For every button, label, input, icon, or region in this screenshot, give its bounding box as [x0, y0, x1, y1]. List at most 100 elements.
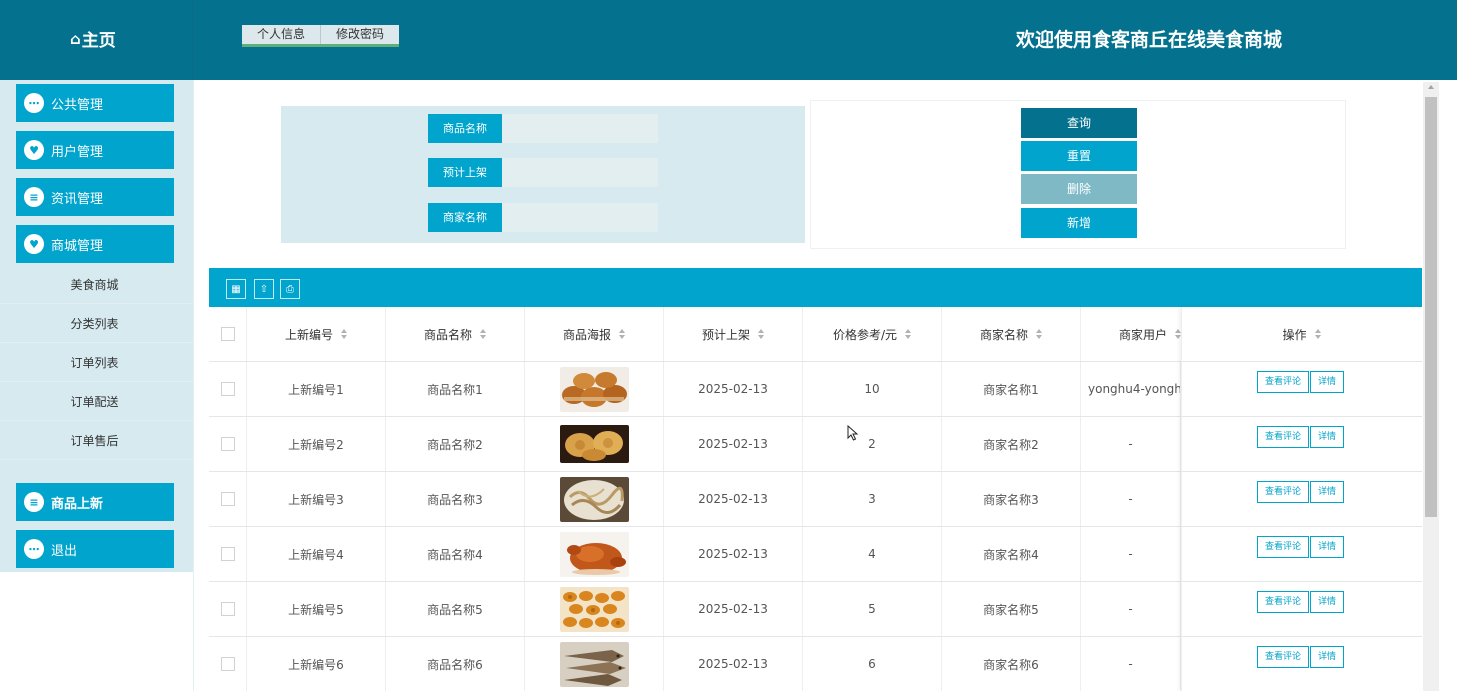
- row-checkbox[interactable]: [220, 547, 235, 561]
- add-button[interactable]: 新增: [1021, 208, 1137, 238]
- cell-date: 2025-02-13: [664, 417, 803, 471]
- query-button[interactable]: 查询: [1021, 108, 1137, 138]
- planned-listing-label: 预计上架: [428, 158, 502, 187]
- sidebar-sub-order-delivery[interactable]: 订单配送: [0, 383, 193, 421]
- cell-merchant: 商家名称6: [942, 637, 1081, 691]
- cell-price: 4: [803, 527, 942, 581]
- sidebar-item-public[interactable]: ⋯ 公共管理: [16, 84, 174, 122]
- sidebar: ⋯ 公共管理 ♥ 用户管理 ≡ 资讯管理 ♥ 商城管理 美食商城 分类列表 订单…: [0, 80, 193, 572]
- cell-user: yonghu4-yonghu4: [1081, 362, 1181, 416]
- sidebar-sub-category-list[interactable]: 分类列表: [0, 305, 193, 343]
- dried-fish-photo[interactable]: [559, 641, 629, 687]
- cell-user: -: [1081, 637, 1181, 691]
- sidebar-item-label: 资讯管理: [51, 191, 104, 207]
- cell-id: 上新编号5: [247, 582, 386, 636]
- cell-id: 上新编号4: [247, 527, 386, 581]
- col-header-date[interactable]: 预计上架: [664, 307, 803, 361]
- view-comments-button[interactable]: 查看评论: [1257, 591, 1310, 613]
- details-button[interactable]: 详情: [1310, 481, 1345, 503]
- col-header-name[interactable]: 商品名称: [386, 307, 525, 361]
- chat-bubble-icon: ⋯: [24, 93, 44, 113]
- fried-dough-photo[interactable]: [559, 586, 629, 632]
- cell-price: 5: [803, 582, 942, 636]
- sidebar-sub-order-list[interactable]: 订单列表: [0, 344, 193, 382]
- row-checkbox[interactable]: [220, 437, 235, 451]
- table-row: 上新编号1 商品名称1 2025-02-13 10 商家名称1 yonghu4-…: [209, 362, 1422, 417]
- sidebar-item-logout[interactable]: ⋯ 退出: [16, 530, 174, 568]
- reset-button[interactable]: 重置: [1021, 141, 1137, 171]
- header-divider: [192, 0, 193, 80]
- vertical-scrollbar[interactable]: [1423, 82, 1439, 691]
- cell-name: 商品名称5: [386, 582, 525, 636]
- columns-icon[interactable]: ▦: [226, 279, 246, 299]
- details-button[interactable]: 详情: [1310, 536, 1345, 558]
- cell-user: -: [1081, 417, 1181, 471]
- noodle-dish-photo[interactable]: [559, 476, 629, 522]
- tab-change-password[interactable]: 修改密码: [320, 25, 400, 44]
- sidebar-sub-after-sales[interactable]: 订单售后: [0, 422, 193, 460]
- home-link[interactable]: ⌂ 主页: [70, 26, 116, 52]
- sidebar-item-label: 用户管理: [51, 144, 104, 160]
- cell-price: 2: [803, 417, 942, 471]
- top-header: ⌂ 主页 个人信息 修改密码 欢迎使用食客商丘在线美食商城: [0, 0, 1457, 80]
- cell-id: 上新编号2: [247, 417, 386, 471]
- col-header-price[interactable]: 价格参考/元: [803, 307, 942, 361]
- sidebar-item-mall[interactable]: ♥ 商城管理: [16, 225, 174, 263]
- sidebar-item-news[interactable]: ≡ 资讯管理: [16, 178, 174, 216]
- select-all-checkbox[interactable]: [220, 327, 235, 341]
- export-icon[interactable]: ⇧: [254, 279, 274, 299]
- merchant-name-input[interactable]: [502, 203, 658, 232]
- table-row: 上新编号5 商品名称5 2025-02-13 5 商家名称5 - 查看评论 详情: [209, 582, 1422, 637]
- cell-date: 2025-02-13: [664, 637, 803, 691]
- details-button[interactable]: 详情: [1310, 591, 1345, 613]
- cell-name: 商品名称2: [386, 417, 525, 471]
- scroll-up-arrow-icon[interactable]: [1428, 85, 1434, 89]
- print-icon[interactable]: ⎙: [280, 279, 300, 299]
- view-comments-button[interactable]: 查看评论: [1257, 426, 1310, 448]
- sidebar-item-new-products[interactable]: ≡ 商品上新: [16, 483, 174, 521]
- row-select-cell: [209, 362, 247, 416]
- sidebar-item-users[interactable]: ♥ 用户管理: [16, 131, 174, 169]
- view-comments-button[interactable]: 查看评论: [1257, 481, 1310, 503]
- view-comments-button[interactable]: 查看评论: [1257, 371, 1310, 393]
- row-checkbox[interactable]: [220, 602, 235, 616]
- details-button[interactable]: 详情: [1310, 426, 1345, 448]
- cell-user: -: [1081, 527, 1181, 581]
- row-checkbox[interactable]: [220, 492, 235, 506]
- view-comments-button[interactable]: 查看评论: [1257, 646, 1310, 668]
- row-actions: 查看评论 详情: [1257, 481, 1345, 503]
- fried-cakes-photo[interactable]: [559, 425, 629, 463]
- cell-poster: [525, 637, 664, 691]
- sort-icon: [619, 329, 625, 339]
- burger-buns-photo[interactable]: [559, 366, 629, 412]
- col-header-merchant[interactable]: 商家名称: [942, 307, 1081, 361]
- row-checkbox[interactable]: [220, 382, 235, 396]
- cell-merchant: 商家名称1: [942, 362, 1081, 416]
- col-header-label: 商品海报: [562, 327, 611, 342]
- details-button[interactable]: 详情: [1310, 371, 1345, 393]
- planned-listing-input[interactable]: [502, 158, 658, 187]
- product-name-input[interactable]: [502, 114, 658, 143]
- table-row: 上新编号4 商品名称4 2025-02-13 4 商家名称4 - 查看评论 详情: [209, 527, 1422, 582]
- scroll-thumb[interactable]: [1425, 97, 1437, 517]
- cell-poster: [525, 472, 664, 526]
- row-checkbox[interactable]: [220, 657, 235, 671]
- sort-icon: [758, 329, 764, 339]
- list-icon: ≡: [24, 492, 44, 512]
- cell-price: 3: [803, 472, 942, 526]
- col-header-id[interactable]: 上新编号: [247, 307, 386, 361]
- details-button[interactable]: 详情: [1310, 646, 1345, 668]
- cell-poster: [525, 417, 664, 471]
- row-select-cell: [209, 527, 247, 581]
- cell-name: 商品名称1: [386, 362, 525, 416]
- table-row: 上新编号2 商品名称2 2025-02-13 2 商家名称2 - 查看评论 详情: [209, 417, 1422, 472]
- sidebar-sub-food-mall[interactable]: 美食商城: [0, 266, 193, 304]
- col-header-actions[interactable]: 操作: [1181, 307, 1422, 361]
- view-comments-button[interactable]: 查看评论: [1257, 536, 1310, 558]
- tab-personal-info[interactable]: 个人信息: [242, 25, 321, 44]
- delete-button[interactable]: 删除: [1021, 174, 1137, 204]
- col-header-poster[interactable]: 商品海报: [525, 307, 664, 361]
- sort-icon: [341, 329, 347, 339]
- cell-merchant: 商家名称2: [942, 417, 1081, 471]
- roast-chicken-photo[interactable]: [559, 531, 629, 577]
